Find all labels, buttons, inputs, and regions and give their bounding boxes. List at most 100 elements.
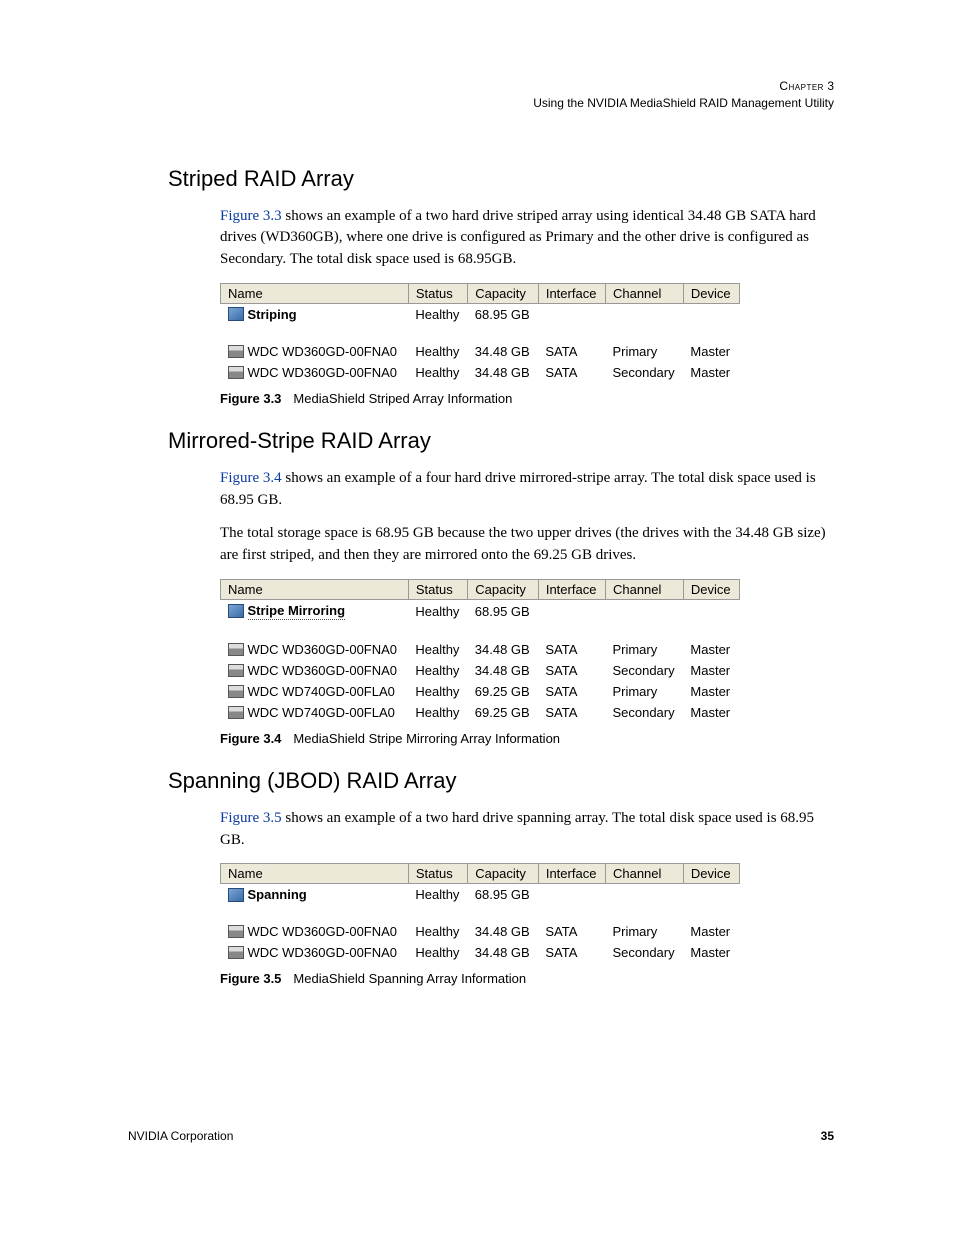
table-header: Channel xyxy=(605,283,683,303)
drive-icon xyxy=(228,946,244,959)
cell-device: Master xyxy=(683,921,739,942)
figure-3-4-caption: Figure 3.4MediaShield Stripe Mirroring A… xyxy=(220,731,834,746)
cell-channel: Primary xyxy=(605,681,683,702)
array-name: Spanning xyxy=(248,887,307,902)
cell-capacity: 69.25 GB xyxy=(468,702,539,723)
footer-company: NVIDIA Corporation xyxy=(128,1129,233,1143)
table-header: Status xyxy=(408,864,467,884)
drive-name: WDC WD360GD-00FNA0 xyxy=(248,663,398,678)
cell-capacity: 68.95 GB xyxy=(468,599,539,623)
table-header: Capacity xyxy=(468,864,539,884)
striped-para-1: Figure 3.3 shows an example of a two har… xyxy=(220,206,834,271)
table-row: WDC WD360GD-00FNA0 Healthy34.48 GBSATAPri… xyxy=(221,921,740,942)
drive-name: WDC WD360GD-00FNA0 xyxy=(248,344,398,359)
cell-status: Healthy xyxy=(408,362,467,383)
cell-device: Master xyxy=(683,660,739,681)
cell-capacity: 34.48 GB xyxy=(468,362,539,383)
cell-channel: Secondary xyxy=(605,942,683,963)
array-icon xyxy=(228,604,244,618)
cell-capacity: 34.48 GB xyxy=(468,639,539,660)
figure-ref-3-5[interactable]: Figure 3.5 xyxy=(220,810,282,826)
cell-interface: SATA xyxy=(538,341,605,362)
array-name: Stripe Mirroring xyxy=(248,603,346,620)
section-title-striped: Striped RAID Array xyxy=(168,166,834,192)
cell-status: Healthy xyxy=(408,599,467,623)
cell-interface: SATA xyxy=(538,681,605,702)
table-header: Name xyxy=(221,579,409,599)
figure-3-4-num: Figure 3.4 xyxy=(220,731,281,746)
cell-channel: Secondary xyxy=(605,362,683,383)
array-name: Striping xyxy=(248,307,297,322)
array-icon xyxy=(228,307,244,321)
spanning-table: NameStatusCapacityInterfaceChannelDevice… xyxy=(220,863,740,963)
cell-status: Healthy xyxy=(408,303,467,325)
mirrored-para-1: Figure 3.4 shows an example of a four ha… xyxy=(220,468,834,512)
figure-3-5-text: MediaShield Spanning Array Information xyxy=(293,971,526,986)
drive-icon xyxy=(228,345,244,358)
drive-name: WDC WD360GD-00FNA0 xyxy=(248,924,398,939)
table-header: Capacity xyxy=(468,283,539,303)
table-row: WDC WD360GD-00FNA0Healthy34.48 GBSATASec… xyxy=(221,942,740,963)
table-header: Interface xyxy=(538,283,605,303)
footer-page-number: 35 xyxy=(821,1129,834,1143)
cell-device: Master xyxy=(683,362,739,383)
drive-name: WDC WD360GD-00FNA0 xyxy=(248,945,398,960)
table-header: Channel xyxy=(605,579,683,599)
table-header: Status xyxy=(408,579,467,599)
table-row: WDC WD360GD-00FNA0Healthy34.48 GBSATAPri… xyxy=(221,639,740,660)
figure-ref-3-4[interactable]: Figure 3.4 xyxy=(220,470,282,486)
header-subtitle: Using the NVIDIA MediaShield RAID Manage… xyxy=(533,96,834,110)
drive-icon xyxy=(228,706,244,719)
figure-3-5-caption: Figure 3.5 MediaShield Spanning Array Inf… xyxy=(220,971,834,986)
figure-3-3-text: MediaShield Striped Array Information xyxy=(293,391,512,406)
table-header: Interface xyxy=(538,579,605,599)
table-header: Channel xyxy=(605,864,683,884)
page-footer: NVIDIA Corporation 35 xyxy=(128,1129,834,1143)
drive-icon xyxy=(228,643,244,656)
cell-interface: SATA xyxy=(538,702,605,723)
drive-name: WDC WD360GD-00FNA0 xyxy=(248,642,398,657)
cell-status: Healthy xyxy=(408,942,467,963)
mirrored-para-1-text: shows an example of a four hard drive mi… xyxy=(220,470,816,508)
table-row: WDC WD360GD-00FNA0Healthy34.48 GBSATAPri… xyxy=(221,341,740,362)
drive-name: WDC WD740GD-00FLA0 xyxy=(248,705,395,720)
table-header: Capacity xyxy=(468,579,539,599)
chapter-number: 3 xyxy=(827,79,834,93)
cell-interface: SATA xyxy=(538,362,605,383)
cell-status: Healthy xyxy=(408,341,467,362)
cell-device: Master xyxy=(683,702,739,723)
spanning-para-1-text: shows an example of a two hard drive spa… xyxy=(220,810,814,848)
figure-ref-3-3[interactable]: Figure 3.3 xyxy=(220,208,282,224)
cell-capacity: 34.48 GB xyxy=(468,921,539,942)
cell-channel: Primary xyxy=(605,921,683,942)
table-row: WDC WD360GD-00FNA0Healthy34.48 GBSATASec… xyxy=(221,660,740,681)
figure-3-5-num: Figure 3.5 xyxy=(220,971,281,986)
cell-status: Healthy xyxy=(408,681,467,702)
table-header: Name xyxy=(221,283,409,303)
striped-table: NameStatusCapacityInterfaceChannelDevice… xyxy=(220,283,740,383)
figure-3-3-num: Figure 3.3 xyxy=(220,391,281,406)
cell-interface: SATA xyxy=(538,921,605,942)
figure-3-3-caption: Figure 3.3 MediaShield Striped Array Info… xyxy=(220,391,834,406)
drive-icon xyxy=(228,925,244,938)
cell-channel: Primary xyxy=(605,341,683,362)
cell-status: Healthy xyxy=(408,921,467,942)
mirrored-table: NameStatusCapacityInterfaceChannelDevice… xyxy=(220,579,740,723)
running-header: Chapter 3 Using the NVIDIA MediaShield R… xyxy=(128,78,834,112)
table-header: Device xyxy=(683,579,739,599)
cell-capacity: 68.95 GB xyxy=(468,884,539,906)
cell-interface: SATA xyxy=(538,639,605,660)
drive-name: WDC WD360GD-00FNA0 xyxy=(248,365,398,380)
table-row: WDC WD740GD-00FLA0Healthy69.25 GBSATASec… xyxy=(221,702,740,723)
cell-capacity: 34.48 GB xyxy=(468,660,539,681)
cell-channel: Secondary xyxy=(605,702,683,723)
cell-device: Master xyxy=(683,341,739,362)
table-row: WDC WD360GD-00FNA0 Healthy34.48 GBSATASec… xyxy=(221,362,740,383)
drive-icon xyxy=(228,664,244,677)
cell-device: Master xyxy=(683,639,739,660)
cell-capacity: 34.48 GB xyxy=(468,942,539,963)
cell-capacity: 68.95 GB xyxy=(468,303,539,325)
cell-capacity: 69.25 GB xyxy=(468,681,539,702)
drive-icon xyxy=(228,685,244,698)
section-title-mirrored: Mirrored-Stripe RAID Array xyxy=(168,428,834,454)
